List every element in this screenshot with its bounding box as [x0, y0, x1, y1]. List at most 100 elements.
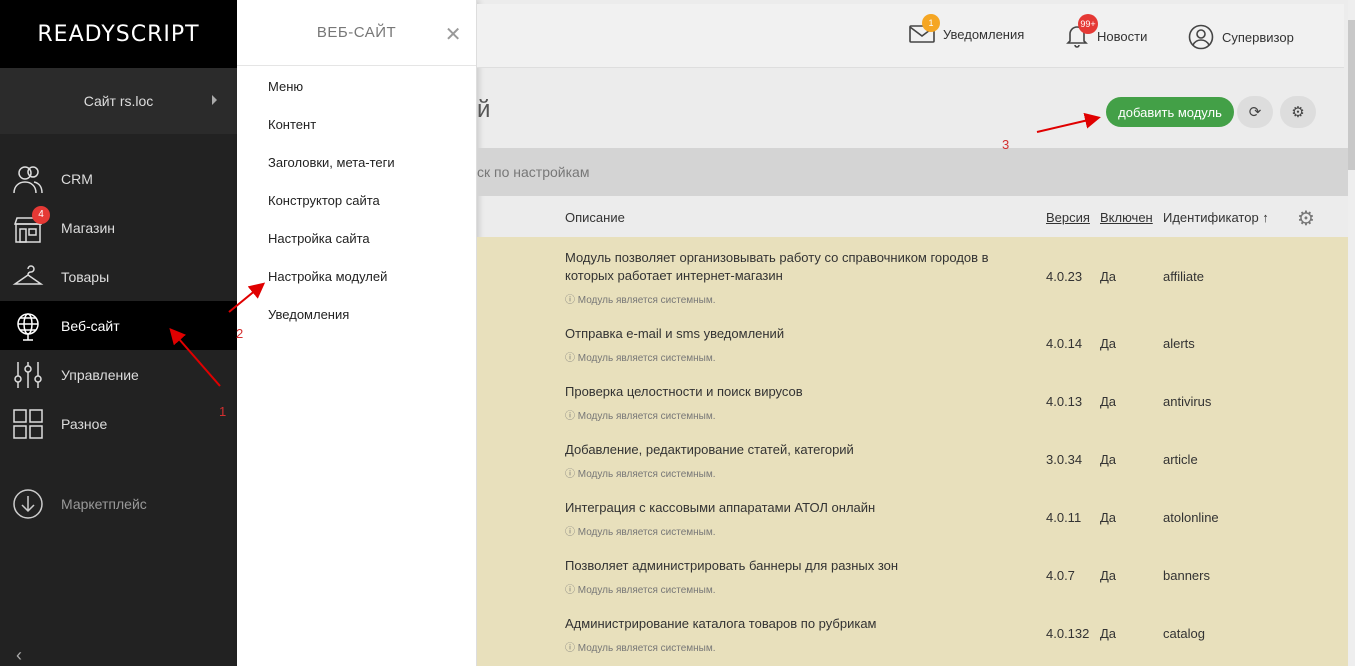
refresh-button[interactable]: ⟳: [1237, 96, 1273, 128]
submenu-item-content[interactable]: Контент: [237, 105, 476, 143]
row-identifier: article: [1163, 452, 1198, 467]
bell-icon: 99+: [1065, 14, 1098, 48]
refresh-icon: ⟳: [1248, 104, 1262, 121]
globe-icon: [12, 310, 44, 342]
system-note: ⓘ Модуль является системным.: [565, 527, 716, 538]
submenu-item-menu[interactable]: Меню: [237, 67, 476, 105]
sidebar-item-label: Магазин: [61, 219, 116, 236]
submenu-item-module-settings[interactable]: Настройка модулей: [237, 257, 476, 295]
add-module-button[interactable]: добавить модуль: [1106, 97, 1234, 127]
annotation-arrow-3: [1036, 112, 1101, 133]
notifications-button[interactable]: 1 Уведомления: [909, 14, 1025, 44]
row-version: 4.0.14: [1046, 336, 1083, 351]
row-version: 3.0.34: [1046, 452, 1083, 467]
sidebar-item-shop[interactable]: 4 Магазин: [0, 203, 237, 252]
collapse-sidebar-icon[interactable]: ‹: [16, 645, 22, 666]
row-description: Администрирование каталога товаров по ру…: [565, 616, 877, 631]
shop-icon: 4: [12, 205, 50, 244]
table-row[interactable]: Модуль позволяет организовывать работу с…: [477, 237, 1348, 306]
website-submenu: ВЕБ-САЙТ ✕ Меню Контент Заголовки, мета-…: [237, 0, 477, 666]
system-note: ⓘ Модуль является системным.: [565, 643, 716, 654]
row-enabled: Да: [1100, 568, 1117, 583]
news-label: Новости: [1097, 28, 1148, 44]
sidebar-item-label: Веб-сайт: [61, 317, 120, 334]
page-title: й: [477, 96, 491, 123]
row-description: Добавление, редактирование статей, катег…: [565, 442, 854, 457]
row-description: Позволяет администрировать баннеры для р…: [565, 558, 899, 573]
notifications-label: Уведомления: [943, 26, 1025, 42]
submenu-item-notifications[interactable]: Уведомления: [237, 295, 476, 333]
col-enabled[interactable]: Включен: [1100, 210, 1153, 225]
sidebar-item-misc[interactable]: Разное: [0, 399, 237, 448]
row-enabled: Да: [1100, 394, 1117, 409]
download-circle-icon: [12, 488, 44, 520]
sidebar-item-label: Разное: [61, 415, 108, 432]
user-menu[interactable]: Супервизор: [1188, 24, 1294, 50]
system-note: ⓘ Модуль является системным.: [565, 353, 716, 364]
table-row[interactable]: Проверка целостности и поиск вирусов ⓘ М…: [477, 377, 1348, 435]
col-identifier[interactable]: Идентификатор ↑: [1163, 210, 1269, 225]
row-version: 4.0.11: [1046, 510, 1082, 525]
sidebar: READYSCRIPT Сайт rs.loc CRM 4 Магазин То…: [0, 0, 237, 666]
annotation-label-2: 2: [236, 326, 244, 341]
row-identifier: alerts: [1163, 336, 1195, 351]
table-row[interactable]: Позволяет администрировать баннеры для р…: [477, 551, 1348, 609]
gears-icon: ⚙: [1291, 104, 1305, 121]
submenu-list: Меню Контент Заголовки, мета-теги Констр…: [237, 66, 476, 333]
search-placeholder: ск по настройкам: [477, 164, 590, 180]
row-enabled: Да: [1100, 336, 1117, 351]
row-version: 4.0.132: [1046, 626, 1090, 641]
row-identifier: affiliate: [1163, 269, 1204, 284]
user-circle-icon: [1188, 24, 1214, 50]
row-identifier: atolonline: [1163, 510, 1219, 525]
settings-search[interactable]: ск по настройкам: [477, 148, 1348, 196]
table-row[interactable]: Добавление, редактирование статей, катег…: [477, 435, 1348, 493]
scrollbar-thumb[interactable]: [1348, 20, 1355, 170]
sidebar-item-marketplace[interactable]: Маркетплейс: [0, 479, 237, 528]
grid-icon: [12, 408, 44, 440]
sidebar-item-products[interactable]: Товары: [0, 252, 237, 301]
news-badge: 99+: [1078, 14, 1098, 34]
row-version: 4.0.13: [1046, 394, 1083, 409]
system-note: ⓘ Модуль является системным.: [565, 295, 716, 306]
row-enabled: Да: [1100, 452, 1117, 467]
table-row[interactable]: Интеграция с кассовыми аппаратами АТОЛ о…: [477, 493, 1348, 551]
table-row[interactable]: Администрирование каталога товаров по ру…: [477, 609, 1348, 666]
top-bar: 1 Уведомления 99+ Новости Супервизор: [477, 4, 1344, 68]
user-label: Супервизор: [1222, 29, 1294, 45]
sidebar-item-label: Управление: [61, 366, 139, 383]
close-icon[interactable]: ✕: [445, 22, 462, 47]
row-description: Модуль позволяет организовывать работу с…: [565, 250, 989, 283]
row-identifier: banners: [1163, 568, 1210, 583]
system-note: ⓘ Модуль является системным.: [565, 585, 716, 596]
submenu-item-site-settings[interactable]: Настройка сайта: [237, 219, 476, 257]
row-description: Проверка целостности и поиск вирусов: [565, 384, 803, 399]
row-identifier: catalog: [1163, 626, 1205, 641]
submenu-item-meta-tags[interactable]: Заголовки, мета-теги: [237, 143, 476, 181]
row-identifier: antivirus: [1163, 394, 1212, 409]
col-version[interactable]: Версия: [1046, 210, 1090, 225]
sidebar-item-crm[interactable]: CRM: [0, 154, 237, 203]
sidebar-item-website[interactable]: Веб-сайт: [0, 301, 237, 350]
sidebar-item-label: CRM: [61, 170, 93, 187]
row-enabled: Да: [1100, 626, 1117, 641]
submenu-item-site-builder[interactable]: Конструктор сайта: [237, 181, 476, 219]
envelope-icon: 1: [909, 14, 940, 44]
shop-badge: 4: [32, 205, 50, 224]
annotation-label-3: 3: [1002, 137, 1010, 152]
gear-icon[interactable]: ⚙: [1297, 206, 1315, 231]
row-enabled: Да: [1100, 269, 1117, 284]
news-button[interactable]: 99+ Новости: [1065, 14, 1148, 48]
users-icon: [12, 163, 44, 195]
sidebar-item-management[interactable]: Управление: [0, 350, 237, 399]
brand-logo[interactable]: READYSCRIPT: [0, 0, 237, 68]
site-selector[interactable]: Сайт rs.loc: [0, 68, 237, 134]
row-description: Интеграция с кассовыми аппаратами АТОЛ о…: [565, 500, 876, 515]
table-row[interactable]: Отправка e-mail и sms уведомлений ⓘ Моду…: [477, 319, 1348, 377]
scrollbar[interactable]: [1348, 0, 1355, 666]
sidebar-nav: CRM 4 Магазин Товары Веб-сайт Управление…: [0, 154, 237, 528]
settings-button[interactable]: ⚙: [1280, 96, 1316, 128]
sidebar-item-label: Товары: [61, 268, 110, 285]
annotation-label-1: 1: [219, 404, 227, 419]
chevron-right-icon: [212, 95, 217, 105]
